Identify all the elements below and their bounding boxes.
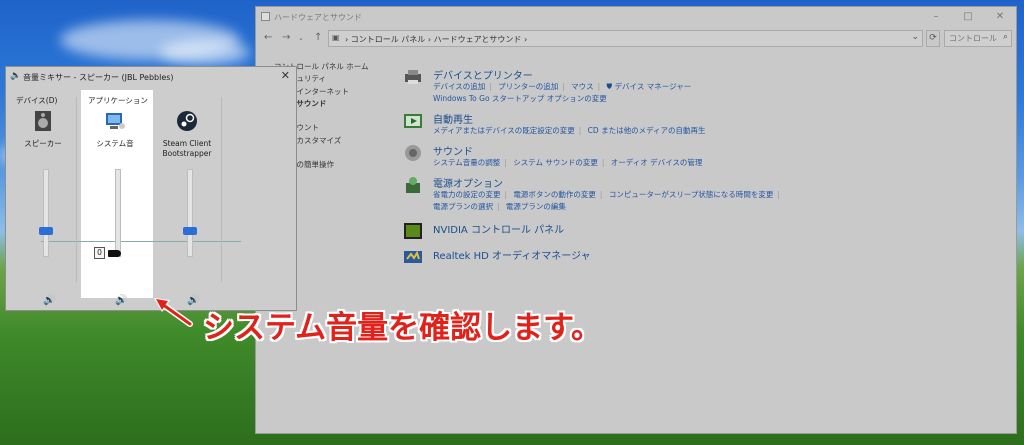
mixer-title: 音量ミキサー - スピーカー (JBL Pebbles) — [23, 73, 174, 82]
shield-icon: ⛊ — [606, 82, 613, 91]
close-button[interactable]: ✕ — [992, 10, 1008, 24]
annotation-arrow-icon — [154, 298, 193, 327]
volume-tooltip: 0 — [94, 247, 105, 259]
up-arrow-icon[interactable]: ↑ — [314, 32, 322, 43]
category-title[interactable]: 電源オプション — [433, 175, 503, 190]
system-slider-thumb[interactable] — [108, 250, 121, 257]
volume-icon[interactable]: 🔊 — [115, 295, 127, 306]
power-options-icon — [406, 177, 420, 193]
chevron-down-icon[interactable]: ⌄ — [298, 34, 304, 42]
steam-column: Steam Client Bootstrapper 🔊 — [154, 95, 216, 306]
steam-volume-slider[interactable] — [187, 169, 193, 257]
annotation-text: システム音量を確認します。 — [203, 310, 602, 346]
link-add-device[interactable]: デバイスの追加 — [433, 82, 485, 91]
category-title[interactable]: サウンド — [433, 143, 473, 158]
control-panel-window: ハードウェアとサウンド – □ ✕ ← → ⌄ ↑ ▣ › コントロール パネル… — [255, 6, 1017, 434]
divider — [76, 97, 77, 282]
device-column: デバイス(D) スピーカー 🔊 — [10, 95, 72, 306]
minimize-button[interactable]: – — [928, 10, 944, 24]
printer-icon — [405, 70, 421, 84]
maximize-button[interactable]: □ — [960, 10, 976, 24]
steam-icon[interactable] — [176, 110, 198, 132]
folder-icon — [261, 12, 270, 21]
realtek-icon — [404, 250, 422, 263]
category-title[interactable]: NVIDIA コントロール パネル — [433, 221, 564, 236]
link-power-button[interactable]: 電源ボタンの動作の変更 — [513, 190, 596, 199]
divider — [221, 97, 222, 282]
link-edit-plan[interactable]: 電源プランの編集 — [506, 202, 566, 211]
speaker-icon: 🔈 — [10, 71, 22, 81]
category-title[interactable]: Realtek HD オーディオマネージャ — [433, 247, 591, 262]
nvidia-icon — [404, 223, 422, 239]
breadcrumb-hardware-sound[interactable]: ハードウェアとサウンド — [434, 35, 522, 44]
autoplay-icon — [404, 114, 422, 128]
window-title: ハードウェアとサウンド — [274, 13, 362, 22]
applications-section-label: アプリケーション — [88, 96, 148, 105]
link-system-sounds[interactable]: システム サウンドの変更 — [513, 158, 598, 167]
device-slider-thumb[interactable] — [39, 226, 53, 235]
category-title[interactable]: 自動再生 — [433, 111, 473, 126]
link-power-settings[interactable]: 省電力の設定の変更 — [433, 190, 501, 199]
chevron-down-icon[interactable]: ⌄ — [911, 32, 919, 42]
address-bar[interactable]: ▣ › コントロール パネル › ハードウェアとサウンド › ⌄ — [328, 30, 923, 47]
category-title[interactable]: デバイスとプリンター — [433, 67, 533, 82]
device-section-label: デバイス(D) — [16, 96, 58, 105]
title-bar: ハードウェアとサウンド – □ ✕ — [256, 7, 1016, 27]
computer-icon: ▣ — [332, 33, 340, 42]
speaker-icon — [405, 145, 421, 161]
device-name: スピーカー — [24, 139, 62, 148]
link-mouse[interactable]: マウス — [571, 82, 594, 91]
app-name-system: システム音 — [96, 139, 134, 148]
link-select-plan[interactable]: 電源プランの選択 — [433, 202, 493, 211]
link-windows-to-go[interactable]: Windows To Go スタートアップ オプションの変更 — [433, 94, 607, 103]
app-name-steam: Steam Client Bootstrapper — [162, 139, 212, 158]
search-input[interactable] — [945, 31, 997, 46]
link-media-defaults[interactable]: メディアまたはデバイスの既定設定の変更 — [433, 126, 575, 135]
system-volume-slider[interactable] — [115, 169, 121, 257]
system-sounds-icon[interactable] — [104, 110, 126, 132]
device-volume-slider[interactable] — [43, 169, 49, 257]
link-audio-devices[interactable]: オーディオ デバイスの管理 — [611, 158, 703, 167]
address-row: ← → ⌄ ↑ ▣ › コントロール パネル › ハードウェアとサウンド › ⌄… — [256, 28, 1016, 50]
steam-slider-thumb[interactable] — [183, 226, 197, 235]
forward-arrow-icon[interactable]: → — [282, 32, 290, 43]
breadcrumb: › コントロール パネル › ハードウェアとサウンド › — [345, 35, 528, 44]
volume-mixer-window: 🔈 音量ミキサー - スピーカー (JBL Pebbles) ✕ デバイス(D)… — [5, 66, 297, 311]
link-system-volume[interactable]: システム音量の調整 — [433, 158, 500, 167]
search-box: ⌕ — [944, 30, 1012, 47]
back-arrow-icon[interactable]: ← — [264, 32, 272, 43]
link-add-printer[interactable]: プリンターの追加 — [498, 82, 558, 91]
speaker-device-icon[interactable] — [32, 110, 54, 132]
search-icon[interactable]: ⌕ — [1003, 32, 1008, 42]
link-sleep-time[interactable]: コンピューターがスリープ状態になる時間を変更 — [609, 190, 774, 199]
close-button[interactable]: ✕ — [281, 69, 290, 82]
link-cd-autoplay[interactable]: CD または他のメディアの自動再生 — [588, 126, 706, 135]
volume-icon[interactable]: 🔊 — [43, 295, 55, 306]
breadcrumb-control-panel[interactable]: コントロール パネル — [351, 35, 426, 44]
link-device-manager[interactable]: デバイス マネージャー — [615, 82, 692, 91]
refresh-icon[interactable]: ⟳ — [926, 30, 940, 47]
